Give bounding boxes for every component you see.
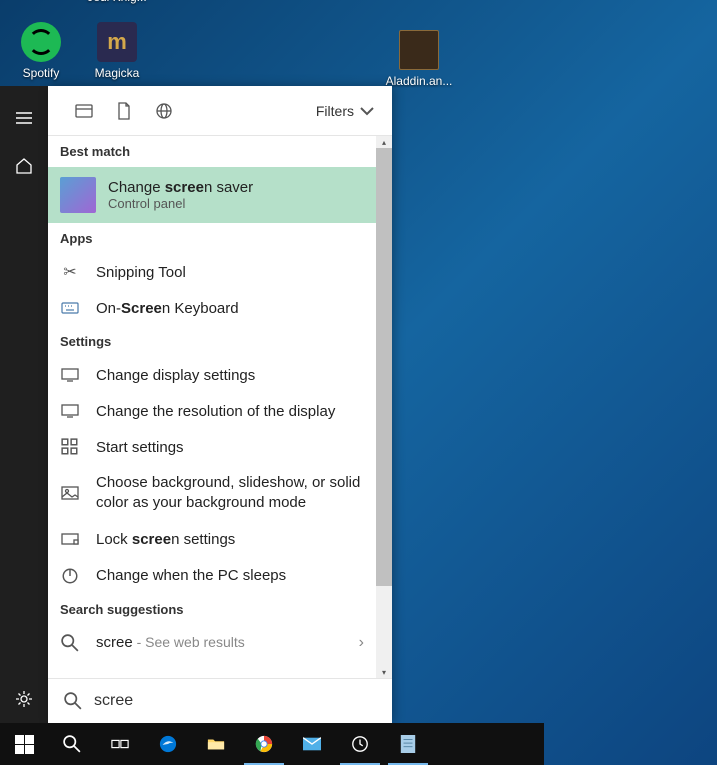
- spotify-icon: [21, 22, 61, 62]
- result-title: Choose background, slideshow, or solid c…: [96, 473, 364, 514]
- result-lock-screen[interactable]: Lock screen settings: [48, 522, 376, 558]
- taskbar-notepad[interactable]: [384, 723, 432, 765]
- result-display-settings[interactable]: Change display settings: [48, 357, 376, 393]
- search-panel: Filters Best match Change screen saver C…: [48, 86, 392, 723]
- keyboard-icon: [60, 298, 80, 318]
- tab-web-icon[interactable]: [144, 91, 184, 131]
- desktop-icon-label: Magicka: [80, 66, 154, 80]
- hamburger-icon[interactable]: [0, 94, 48, 142]
- chevron-down-icon: [358, 102, 376, 120]
- result-title: Lock screen settings: [96, 531, 235, 548]
- clock-icon: [351, 735, 369, 753]
- section-settings: Settings: [48, 326, 376, 357]
- result-title: Change when the PC sleeps: [96, 567, 286, 584]
- search-header: Filters: [48, 86, 392, 136]
- desktop-icon-jedi[interactable]: Jedi Knig...: [80, 0, 154, 4]
- desktop-icon-label: Aladdin.an...: [382, 74, 456, 88]
- result-on-screen-keyboard[interactable]: On-Screen Keyboard: [48, 290, 376, 326]
- result-title: Change display settings: [96, 367, 255, 384]
- notepad-icon: [399, 735, 417, 753]
- monitor-icon: [60, 365, 80, 385]
- tab-apps-icon[interactable]: [64, 91, 104, 131]
- search-input[interactable]: [94, 692, 376, 710]
- result-title: scree - See web results: [96, 634, 245, 651]
- search-box[interactable]: [48, 678, 392, 723]
- desktop-icon-label: Jedi Knig...: [80, 0, 154, 4]
- taskbar: [0, 723, 544, 765]
- taskbar-chrome[interactable]: [240, 723, 288, 765]
- windows-logo-icon: [15, 735, 34, 754]
- mail-icon: [303, 735, 321, 753]
- search-icon: [64, 692, 82, 710]
- desktop-icon-label: Spotify: [4, 66, 78, 80]
- chrome-icon: [255, 735, 273, 753]
- result-title: Change the resolution of the display: [96, 403, 335, 420]
- desktop-icon-magicka[interactable]: m Magicka: [80, 22, 154, 80]
- desktop-icon-spotify[interactable]: Spotify: [4, 22, 78, 80]
- result-resolution[interactable]: Change the resolution of the display: [48, 393, 376, 429]
- section-apps: Apps: [48, 223, 376, 254]
- scrollbar-thumb[interactable]: [376, 148, 392, 586]
- search-icon: [60, 633, 80, 653]
- taskbar-explorer[interactable]: [192, 723, 240, 765]
- folder-icon: [207, 735, 225, 753]
- result-best-match[interactable]: Change screen saver Control panel: [48, 167, 376, 223]
- result-background[interactable]: Choose background, slideshow, or solid c…: [48, 465, 376, 522]
- monitor-lock-icon: [60, 530, 80, 550]
- taskbar-search-button[interactable]: [48, 723, 96, 765]
- scissors-icon: ✂: [60, 262, 80, 282]
- result-subtitle: Control panel: [108, 196, 253, 211]
- filters-button[interactable]: Filters: [316, 102, 376, 120]
- power-icon: [60, 566, 80, 586]
- scroll-up-icon[interactable]: ▴: [376, 136, 392, 148]
- chevron-right-icon: ›: [359, 634, 364, 652]
- taskbar-clock[interactable]: [336, 723, 384, 765]
- start-sidebar: [0, 86, 48, 723]
- screensaver-icon: [60, 177, 96, 213]
- section-best-match: Best match: [48, 136, 376, 167]
- desktop-icon-aladdin[interactable]: Aladdin.an...: [382, 30, 456, 88]
- gear-icon[interactable]: [0, 675, 48, 723]
- edge-icon: [159, 735, 177, 753]
- scrollbar[interactable]: ▴ ▾: [376, 136, 392, 678]
- result-web-suggestion[interactable]: scree - See web results ›: [48, 625, 376, 661]
- task-view-icon: [111, 735, 129, 753]
- image-icon: [60, 483, 80, 503]
- result-pc-sleep[interactable]: Change when the PC sleeps: [48, 558, 376, 594]
- result-snipping-tool[interactable]: ✂ Snipping Tool: [48, 254, 376, 290]
- start-button[interactable]: [0, 723, 48, 765]
- scroll-down-icon[interactable]: ▾: [376, 666, 392, 678]
- magicka-icon: m: [97, 22, 137, 62]
- filters-label: Filters: [316, 103, 354, 119]
- file-icon: [399, 30, 439, 70]
- search-results: Best match Change screen saver Control p…: [48, 136, 392, 678]
- grid-icon: [60, 437, 80, 457]
- task-view-button[interactable]: [96, 723, 144, 765]
- taskbar-edge[interactable]: [144, 723, 192, 765]
- home-icon[interactable]: [0, 142, 48, 190]
- result-title: Change screen saver: [108, 179, 253, 196]
- search-icon: [63, 735, 81, 753]
- result-start-settings[interactable]: Start settings: [48, 429, 376, 465]
- section-suggestions: Search suggestions: [48, 594, 376, 625]
- monitor-icon: [60, 401, 80, 421]
- taskbar-mail[interactable]: [288, 723, 336, 765]
- result-title: Snipping Tool: [96, 264, 186, 281]
- result-title: Start settings: [96, 439, 184, 456]
- tab-documents-icon[interactable]: [104, 91, 144, 131]
- result-title: On-Screen Keyboard: [96, 300, 239, 317]
